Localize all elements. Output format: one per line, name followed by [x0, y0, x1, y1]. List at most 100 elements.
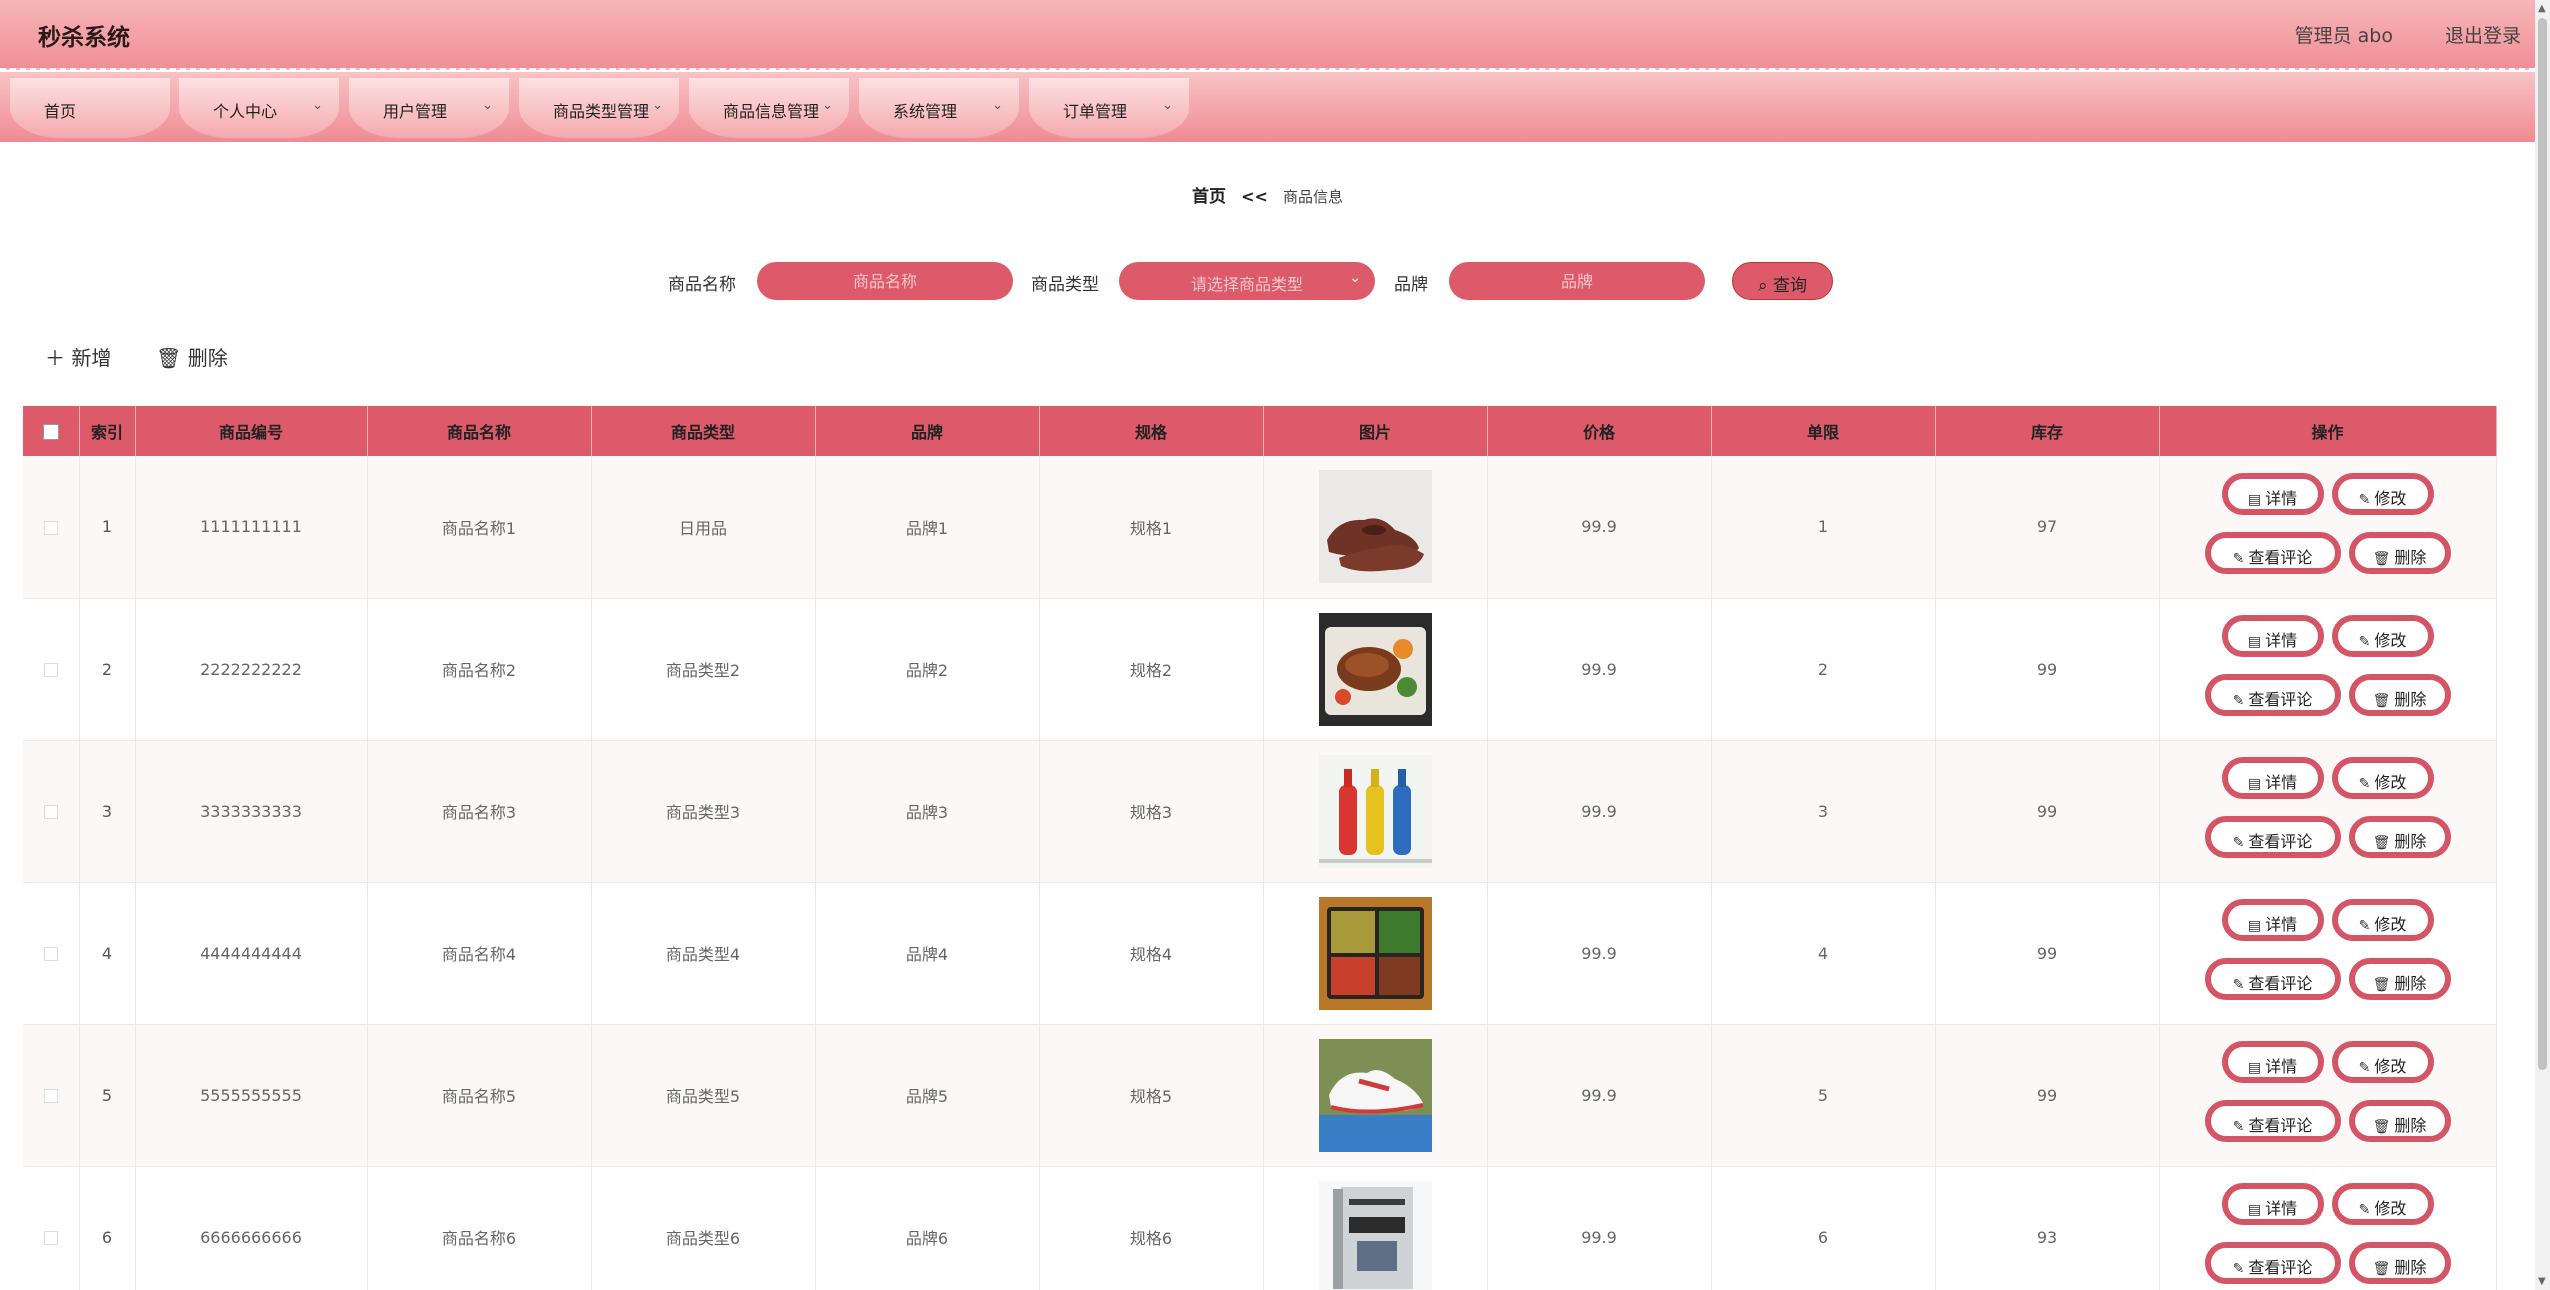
- product-image[interactable]: [1318, 612, 1432, 726]
- name-input[interactable]: [757, 262, 1013, 300]
- product-image[interactable]: [1318, 754, 1432, 868]
- detail-button[interactable]: ▤ 详情: [2221, 615, 2324, 657]
- nav-item-3[interactable]: 商品类型管理 ⌄: [519, 78, 679, 138]
- view-comments-button[interactable]: ✎ 查看评论: [2204, 1100, 2341, 1142]
- row-select-cell[interactable]: [23, 456, 80, 599]
- detail-button[interactable]: ▤ 详情: [2221, 472, 2324, 515]
- select-all-cell[interactable]: [23, 406, 80, 456]
- view-comments-button[interactable]: ✎ 查看评论: [2204, 958, 2341, 1000]
- column-header: 单限: [1711, 406, 1936, 456]
- cell-brand: 品牌3: [815, 740, 1040, 883]
- scroll-down-icon[interactable]: ▼: [2538, 1276, 2546, 1287]
- row-checkbox[interactable]: [43, 1231, 58, 1245]
- scroll-up-icon[interactable]: ▲: [2538, 3, 2546, 14]
- row-select-cell[interactable]: [23, 882, 80, 1025]
- row-checkbox[interactable]: [43, 805, 58, 819]
- detail-button-label: 详情: [2265, 488, 2298, 508]
- edit-button-label: 修改: [2374, 488, 2407, 508]
- cell-type: 商品类型6: [591, 1166, 816, 1290]
- row-select-cell[interactable]: [23, 740, 80, 883]
- view-comments-button[interactable]: ✎ 查看评论: [2204, 816, 2341, 858]
- table-row[interactable]: 1 1111111111 商品名称1 日用品 品牌1 规格1 99.9 1 97 ▤ 详情 ✎ 修改 ✎ 查…: [23, 456, 2497, 599]
- edit-button[interactable]: ✎ 修改: [2331, 1041, 2434, 1083]
- add-label: 新增: [71, 346, 112, 370]
- trash-icon: 🗑: [156, 346, 182, 370]
- table-row[interactable]: 2 2222222222 商品名称2 商品类型2 品牌2 规格2 99.9 2 99 ▤ 详情 ✎ 修改…: [23, 598, 2497, 741]
- edit-button[interactable]: ✎ 修改: [2331, 615, 2434, 657]
- product-image[interactable]: [1318, 1180, 1432, 1290]
- edit-button[interactable]: ✎ 修改: [2331, 1183, 2434, 1225]
- cell-index: 5: [79, 1024, 136, 1167]
- row-checkbox[interactable]: [43, 947, 58, 961]
- add-button[interactable]: ＋ 新增: [45, 342, 111, 371]
- nav-item-6[interactable]: 订单管理 ⌄: [1029, 78, 1189, 138]
- row-select-cell[interactable]: [23, 1024, 80, 1167]
- nav-item-5[interactable]: 系统管理 ⌄: [859, 78, 1019, 138]
- cell-image: [1263, 1166, 1488, 1290]
- cell-brand: 品牌1: [815, 456, 1040, 599]
- cell-code: 1111111111: [135, 456, 368, 599]
- product-image[interactable]: [1318, 470, 1432, 584]
- cell-type: 商品类型5: [591, 1024, 816, 1167]
- edit-button[interactable]: ✎ 修改: [2331, 899, 2434, 941]
- chevron-down-icon: ⌄: [822, 98, 833, 113]
- breadcrumb-home[interactable]: 首页: [1192, 187, 1226, 207]
- nav-item-4[interactable]: 商品信息管理 ⌄: [689, 78, 849, 138]
- view-comments-button[interactable]: ✎ 查看评论: [2204, 674, 2341, 716]
- brand-input[interactable]: [1449, 262, 1705, 300]
- product-image[interactable]: [1318, 1038, 1432, 1152]
- edit-button-label: 修改: [2374, 631, 2407, 650]
- detail-button[interactable]: ▤ 详情: [2221, 757, 2324, 799]
- detail-button[interactable]: ▤ 详情: [2221, 1183, 2324, 1225]
- cell-name: 商品名称3: [367, 740, 592, 883]
- table-row[interactable]: 5 5555555555 商品名称5 商品类型5 品牌5 规格5 99.9 5 99 ▤ 详情 ✎ 修改…: [23, 1024, 2497, 1167]
- row-select-cell[interactable]: [23, 598, 80, 741]
- cell-limit: 2: [1711, 598, 1936, 741]
- logout-link[interactable]: 退出登录: [2445, 21, 2521, 48]
- table-row[interactable]: 3 3333333333 商品名称3 商品类型3 品牌3 规格3 99.9 3 99 ▤ 详情 ✎ 修改…: [23, 740, 2497, 883]
- row-select-cell[interactable]: [23, 1166, 80, 1290]
- search-icon: ⌕: [1758, 276, 1768, 296]
- cell-stock: 99: [1935, 1024, 2160, 1167]
- delete-button[interactable]: 🗑 删除: [2348, 958, 2451, 1000]
- query-button[interactable]: ⌕ 查询: [1732, 262, 1833, 300]
- delete-button[interactable]: 🗑 删除: [2348, 816, 2451, 858]
- delete-button[interactable]: 🗑 删除: [2348, 1242, 2451, 1284]
- brand-label: 品牌: [1394, 275, 1428, 295]
- detail-button[interactable]: ▤ 详情: [2221, 1041, 2324, 1083]
- cell-actions: ▤ 详情 ✎ 修改 ✎ 查看评论 🗑 删除: [2159, 1166, 2497, 1290]
- row-checkbox[interactable]: [43, 520, 58, 535]
- delete-button[interactable]: 🗑 删除: [2348, 531, 2451, 574]
- cell-actions: ▤ 详情 ✎ 修改 ✎ 查看评论 🗑 删除: [2159, 598, 2497, 741]
- row-checkbox[interactable]: [43, 663, 58, 677]
- type-select[interactable]: 请选择商品类型 ⌄: [1119, 262, 1375, 300]
- delete-button[interactable]: 🗑 删除: [2348, 1100, 2451, 1142]
- delete-button[interactable]: 🗑 删除: [2348, 674, 2451, 716]
- nav-item-1[interactable]: 个人中心 ⌄: [179, 78, 339, 138]
- cell-limit: 5: [1711, 1024, 1936, 1167]
- cell-index: 2: [79, 598, 136, 741]
- table-row[interactable]: 4 4444444444 商品名称4 商品类型4 品牌4 规格4 99.9 4 99 ▤ 详情 ✎ 修改…: [23, 882, 2497, 1025]
- column-header: 规格: [1039, 406, 1264, 456]
- top-bar: 秒杀系统 管理员 abo 退出登录: [0, 0, 2535, 70]
- detail-button[interactable]: ▤ 详情: [2221, 899, 2324, 941]
- edit-button[interactable]: ✎ 修改: [2331, 472, 2434, 515]
- cell-limit: 4: [1711, 882, 1936, 1025]
- cell-spec: 规格6: [1039, 1166, 1264, 1290]
- cell-price: 99.9: [1487, 456, 1712, 599]
- table-row[interactable]: 6 6666666666 商品名称6 商品类型6 品牌6 规格6 99.9 6 93 ▤ 详情 ✎ 修改…: [23, 1166, 2497, 1290]
- batch-delete-button[interactable]: 🗑 删除: [156, 342, 228, 371]
- trash-icon: 🗑: [2372, 1261, 2391, 1277]
- nav-item-0[interactable]: 首页: [10, 78, 170, 138]
- view-comments-button[interactable]: ✎ 查看评论: [2204, 1242, 2341, 1284]
- nav-item-label: 商品类型管理: [553, 102, 650, 121]
- select-all-checkbox[interactable]: [42, 424, 59, 440]
- detail-button-label: 详情: [2265, 631, 2298, 650]
- view-comments-button[interactable]: ✎ 查看评论: [2204, 531, 2341, 574]
- scrollbar-thumb[interactable]: [2538, 18, 2547, 1070]
- product-image[interactable]: [1318, 896, 1432, 1010]
- page-scrollbar[interactable]: ▲ ▼: [2535, 0, 2550, 1290]
- edit-button[interactable]: ✎ 修改: [2331, 757, 2434, 799]
- nav-item-2[interactable]: 用户管理 ⌄: [349, 78, 509, 138]
- row-checkbox[interactable]: [43, 1089, 58, 1103]
